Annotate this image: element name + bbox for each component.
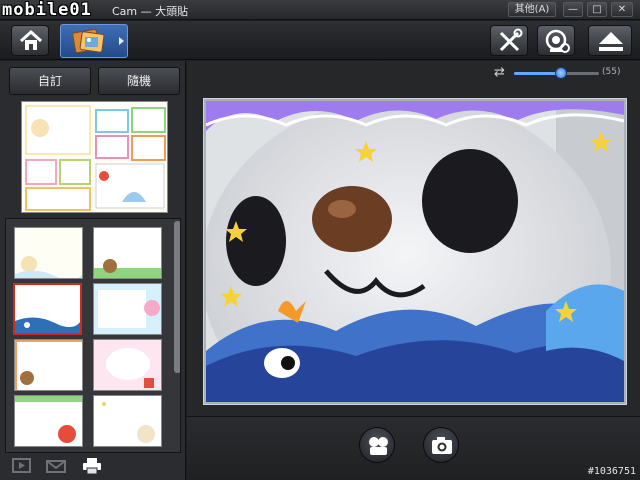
capture-bar: #1036751 [187,416,640,480]
minimize-button[interactable]: — [563,2,583,17]
thumbnail-scrollbar[interactable] [174,221,180,373]
frame-thumbnail-grid [5,218,181,453]
camera-preview-frame [203,98,627,405]
home-icon [19,29,43,50]
frame-thumbnail[interactable] [14,227,83,279]
eject-button[interactable] [588,25,632,56]
tools-icon [499,28,523,52]
effect-icon [369,437,388,455]
camera-icon [432,437,452,454]
home-button[interactable] [11,25,49,56]
webcam-settings-icon [545,29,570,53]
window-title: Cam — 大頭貼 [112,5,189,18]
slideshow-icon [12,458,31,473]
email-button[interactable] [44,457,68,475]
frame-thumbnail[interactable] [93,339,162,391]
frame-gallery-icon [72,28,105,54]
frame-gallery-tab[interactable] [60,24,128,58]
camera-preview [206,101,624,402]
output-toolbar [0,453,186,480]
capture-button[interactable] [423,427,459,463]
frame-thumbnail[interactable] [14,339,83,391]
frame-set-preview [21,101,168,213]
expand-arrow-icon[interactable] [119,37,124,45]
zoom-icon: ⇄ [494,65,505,80]
frame-thumbnail-selected[interactable] [13,283,82,335]
camera-panel: ⇄ (55) #1036751 [187,61,640,480]
print-icon [83,458,101,475]
frame-thumbnail[interactable] [93,395,162,447]
frame-collage-image [22,102,167,212]
tools-button[interactable] [490,25,528,56]
eject-icon [599,32,623,51]
maximize-button[interactable]: □ [587,2,607,17]
frame-thumbnail[interactable] [93,227,162,279]
mobile01-logo: mobile01 [2,0,92,20]
camera-feed-image [206,101,624,402]
main-toolbar [0,21,640,60]
custom-mode-button[interactable]: 自訂 [9,67,91,95]
effect-button[interactable] [359,427,395,463]
slideshow-button[interactable] [10,457,34,475]
zoom-slider[interactable] [514,67,599,79]
print-button[interactable] [80,457,104,475]
title-bar: mobile01 Cam — 大頭貼 其他(A) — □ ✕ [0,0,640,20]
zoom-slider-fill [514,72,561,75]
frame-panel: 自訂 隨機 [0,61,186,480]
frame-thumbnail[interactable] [93,283,162,335]
zoom-control: ⇄ (55) [187,61,640,87]
zoom-slider-handle[interactable] [554,67,567,79]
webcam-settings-button[interactable] [537,25,575,56]
close-button[interactable]: ✕ [611,2,633,17]
zoom-value: (55) [602,67,621,77]
email-icon [46,460,66,473]
image-id-watermark: #1036751 [587,466,636,477]
frame-thumbnail[interactable] [14,395,83,447]
others-menu-button[interactable]: 其他(A) [508,2,556,17]
random-mode-button[interactable]: 隨機 [98,67,180,95]
